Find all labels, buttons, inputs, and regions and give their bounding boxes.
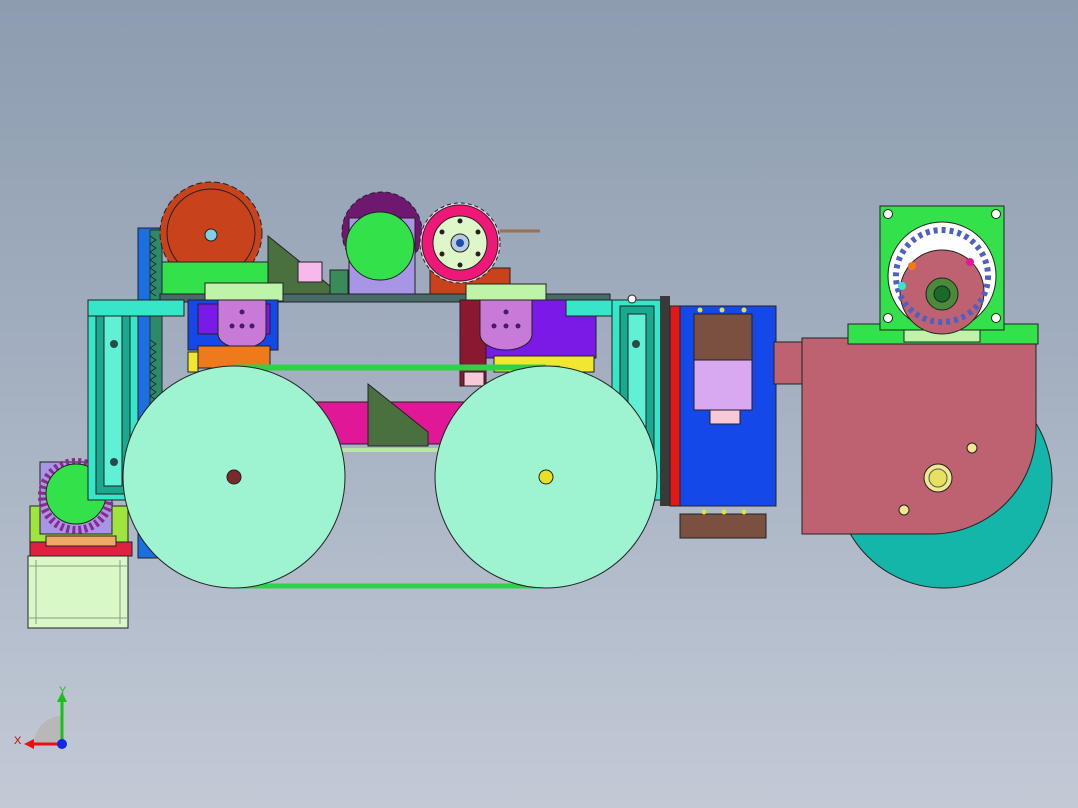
control-module[interactable] xyxy=(669,305,777,539)
x-axis-label: X xyxy=(14,735,22,747)
road-wheel-rear[interactable] xyxy=(434,365,658,589)
drive-gear-middle[interactable] xyxy=(341,191,423,297)
center-actuator-left[interactable] xyxy=(187,299,279,373)
cad-viewport[interactable]: Y X xyxy=(0,0,1078,808)
y-axis-label: Y xyxy=(59,686,67,697)
orientation-triad[interactable]: Y X xyxy=(12,686,82,756)
road-wheel-front[interactable] xyxy=(122,365,346,589)
triad-plane-indicator xyxy=(34,716,62,744)
x-axis-arrow-icon xyxy=(24,739,34,749)
rear-motor-mount[interactable] xyxy=(847,205,1039,345)
rear-housing[interactable] xyxy=(773,337,1037,535)
z-axis-icon xyxy=(57,739,67,749)
robot-assembly-model[interactable] xyxy=(0,0,1078,808)
